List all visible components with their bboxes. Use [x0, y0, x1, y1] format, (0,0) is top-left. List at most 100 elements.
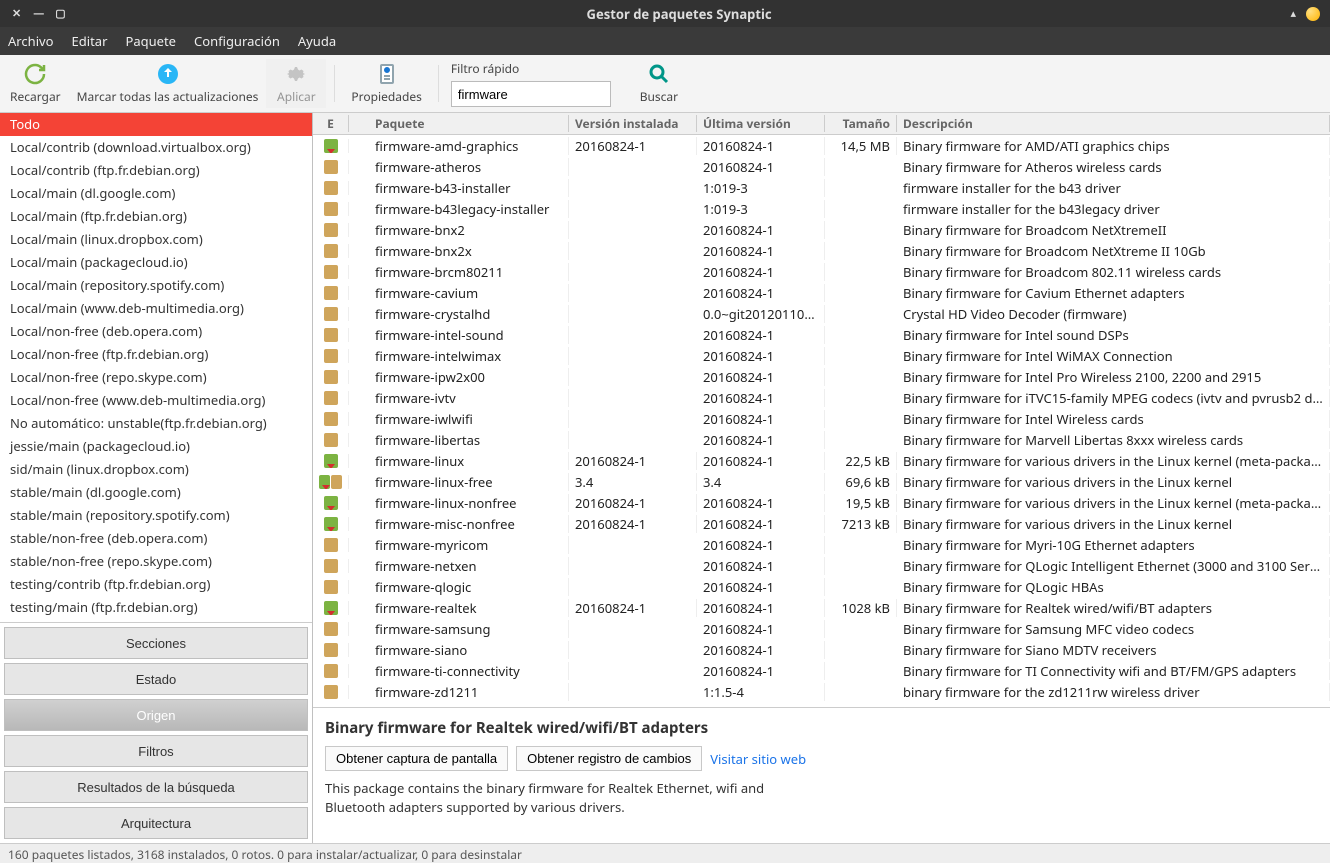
view-status-button[interactable]: Estado: [4, 663, 308, 695]
table-row[interactable]: firmware-zd12111:1.5-4binary firmware fo…: [313, 681, 1330, 702]
col-header-latest[interactable]: Última versión: [697, 115, 825, 132]
table-row[interactable]: firmware-linux-nonfree20160824-120160824…: [313, 492, 1330, 513]
origin-row[interactable]: Local/main (ftp.fr.debian.org): [0, 205, 312, 228]
status-avail-icon: [324, 433, 338, 447]
col-header-e[interactable]: E: [313, 115, 349, 132]
minimize-icon[interactable]: —: [33, 6, 43, 21]
table-row[interactable]: firmware-ti-connectivity20160824-1Binary…: [313, 660, 1330, 681]
view-sections-button[interactable]: Secciones: [4, 627, 308, 659]
origin-row[interactable]: No automático: unstable(ftp.fr.debian.or…: [0, 412, 312, 435]
view-filters-button[interactable]: Filtros: [4, 735, 308, 767]
col-header-size[interactable]: Tamaño: [825, 115, 897, 132]
view-architecture-button[interactable]: Arquitectura: [4, 807, 308, 839]
menu-edit[interactable]: Editar: [72, 32, 108, 50]
table-row[interactable]: firmware-qlogic20160824-1Binary firmware…: [313, 576, 1330, 597]
quick-filter-input[interactable]: [451, 81, 611, 107]
origin-row[interactable]: Local/main (packagecloud.io): [0, 251, 312, 274]
table-row[interactable]: firmware-atheros20160824-1Binary firmwar…: [313, 156, 1330, 177]
cell-desc: Binary firmware for Broadcom 802.11 wire…: [897, 263, 1330, 281]
table-row[interactable]: firmware-amd-graphics20160824-120160824-…: [313, 135, 1330, 156]
cell-package: firmware-linux-free: [369, 473, 569, 491]
origin-row[interactable]: jessie/main (packagecloud.io): [0, 435, 312, 458]
origin-row[interactable]: Todo: [0, 113, 312, 136]
table-row[interactable]: firmware-iwlwifi20160824-1Binary firmwar…: [313, 408, 1330, 429]
get-screenshot-button[interactable]: Obtener captura de pantalla: [325, 746, 508, 771]
table-row[interactable]: firmware-brcm8021120160824-1Binary firmw…: [313, 261, 1330, 282]
origin-row[interactable]: sid/main (linux.dropbox.com): [0, 458, 312, 481]
view-search-results-button[interactable]: Resultados de la búsqueda: [4, 771, 308, 803]
table-row[interactable]: firmware-intel-sound20160824-1Binary fir…: [313, 324, 1330, 345]
origin-list[interactable]: TodoLocal/contrib (download.virtualbox.o…: [0, 113, 312, 623]
origin-row[interactable]: stable/non-free (repo.skype.com): [0, 550, 312, 573]
col-header-package[interactable]: Paquete: [369, 115, 569, 132]
separator: [438, 65, 439, 102]
view-origin-button[interactable]: Origen: [4, 699, 308, 731]
visit-website-link[interactable]: Visitar sitio web: [710, 750, 806, 768]
origin-row[interactable]: Local/non-free (ftp.fr.debian.org): [0, 343, 312, 366]
table-row[interactable]: firmware-libertas20160824-1Binary firmwa…: [313, 429, 1330, 450]
origin-row[interactable]: stable/non-free (deb.opera.com): [0, 527, 312, 550]
origin-row[interactable]: Local/main (linux.dropbox.com): [0, 228, 312, 251]
cell-latest: 20160824-1: [697, 137, 825, 155]
table-row[interactable]: firmware-bnx2x20160824-1Binary firmware …: [313, 240, 1330, 261]
apply-label: Aplicar: [277, 88, 316, 105]
menu-settings[interactable]: Configuración: [194, 32, 280, 50]
table-row[interactable]: firmware-b43legacy-installer1:019-3firmw…: [313, 198, 1330, 219]
table-row[interactable]: firmware-ivtv20160824-1Binary firmware f…: [313, 387, 1330, 408]
table-header[interactable]: E Paquete Versión instalada Última versi…: [313, 113, 1330, 135]
maximize-icon[interactable]: ▢: [55, 6, 65, 21]
origin-row[interactable]: Local/non-free (deb.opera.com): [0, 320, 312, 343]
mark-all-button[interactable]: Marcar todas las actualizaciones: [69, 59, 267, 108]
search-button[interactable]: Buscar: [629, 59, 689, 108]
reload-button[interactable]: Recargar: [2, 59, 69, 108]
cell-latest: 20160824-1: [697, 221, 825, 239]
cell-latest: 20160824-1: [697, 158, 825, 176]
origin-row[interactable]: testing/main (ftp.fr.debian.org): [0, 596, 312, 619]
cell-desc: Binary firmware for Atheros wireless car…: [897, 158, 1330, 176]
cell-package: firmware-siano: [369, 641, 569, 659]
table-row[interactable]: firmware-crystalhd0.0~git20120110.fdd2f1…: [313, 303, 1330, 324]
origin-row[interactable]: Local/contrib (ftp.fr.debian.org): [0, 159, 312, 182]
table-row[interactable]: firmware-netxen20160824-1Binary firmware…: [313, 555, 1330, 576]
table-row[interactable]: firmware-intelwimax20160824-1Binary firm…: [313, 345, 1330, 366]
package-table[interactable]: E Paquete Versión instalada Última versi…: [313, 113, 1330, 707]
table-row[interactable]: firmware-b43-installer1:019-3firmware in…: [313, 177, 1330, 198]
table-row[interactable]: firmware-cavium20160824-1Binary firmware…: [313, 282, 1330, 303]
origin-row[interactable]: Local/non-free (www.deb-multimedia.org): [0, 389, 312, 412]
origin-row[interactable]: testing/contrib (ftp.fr.debian.org): [0, 573, 312, 596]
menu-package[interactable]: Paquete: [125, 32, 176, 50]
properties-button[interactable]: Propiedades: [343, 59, 430, 108]
cell-desc: firmware installer for the b43legacy dri…: [897, 200, 1330, 218]
table-row[interactable]: firmware-myricom20160824-1Binary firmwar…: [313, 534, 1330, 555]
origin-row[interactable]: Local/main (dl.google.com): [0, 182, 312, 205]
cell-package: firmware-linux-nonfree: [369, 494, 569, 512]
menu-help[interactable]: Ayuda: [298, 32, 336, 50]
table-row[interactable]: firmware-misc-nonfree20160824-120160824-…: [313, 513, 1330, 534]
close-icon[interactable]: ✕: [12, 6, 21, 21]
cell-desc: Binary firmware for Cavium Ethernet adap…: [897, 284, 1330, 302]
table-row[interactable]: firmware-bnx220160824-1Binary firmware f…: [313, 219, 1330, 240]
col-header-installed[interactable]: Versión instalada: [569, 115, 697, 132]
arrow-up-icon[interactable]: ▴: [1290, 6, 1296, 21]
origin-row[interactable]: Local/main (www.deb-multimedia.org): [0, 297, 312, 320]
cell-latest: 20160824-1: [697, 410, 825, 428]
table-row[interactable]: firmware-realtek20160824-120160824-11028…: [313, 597, 1330, 618]
status-avail-icon: [324, 370, 338, 384]
system-tray-icon[interactable]: [1306, 7, 1320, 21]
origin-row[interactable]: Local/contrib (download.virtualbox.org): [0, 136, 312, 159]
table-row[interactable]: firmware-samsung20160824-1Binary firmwar…: [313, 618, 1330, 639]
origin-row[interactable]: stable/main (repository.spotify.com): [0, 504, 312, 527]
status-avail-icon: [324, 622, 338, 636]
table-row[interactable]: firmware-linux-free3.43.469,6 kBBinary f…: [313, 471, 1330, 492]
origin-row[interactable]: stable/main (dl.google.com): [0, 481, 312, 504]
menu-file[interactable]: Archivo: [8, 32, 54, 50]
cell-latest: 3.4: [697, 473, 825, 491]
table-row[interactable]: firmware-linux20160824-120160824-122,5 k…: [313, 450, 1330, 471]
col-header-desc[interactable]: Descripción: [897, 115, 1330, 132]
get-changelog-button[interactable]: Obtener registro de cambios: [516, 746, 702, 771]
origin-row[interactable]: Local/non-free (repo.skype.com): [0, 366, 312, 389]
origin-row[interactable]: Local/main (repository.spotify.com): [0, 274, 312, 297]
table-row[interactable]: firmware-ipw2x0020160824-1Binary firmwar…: [313, 366, 1330, 387]
table-row[interactable]: firmware-siano20160824-1Binary firmware …: [313, 639, 1330, 660]
cell-size: 14,5 MB: [825, 137, 897, 155]
